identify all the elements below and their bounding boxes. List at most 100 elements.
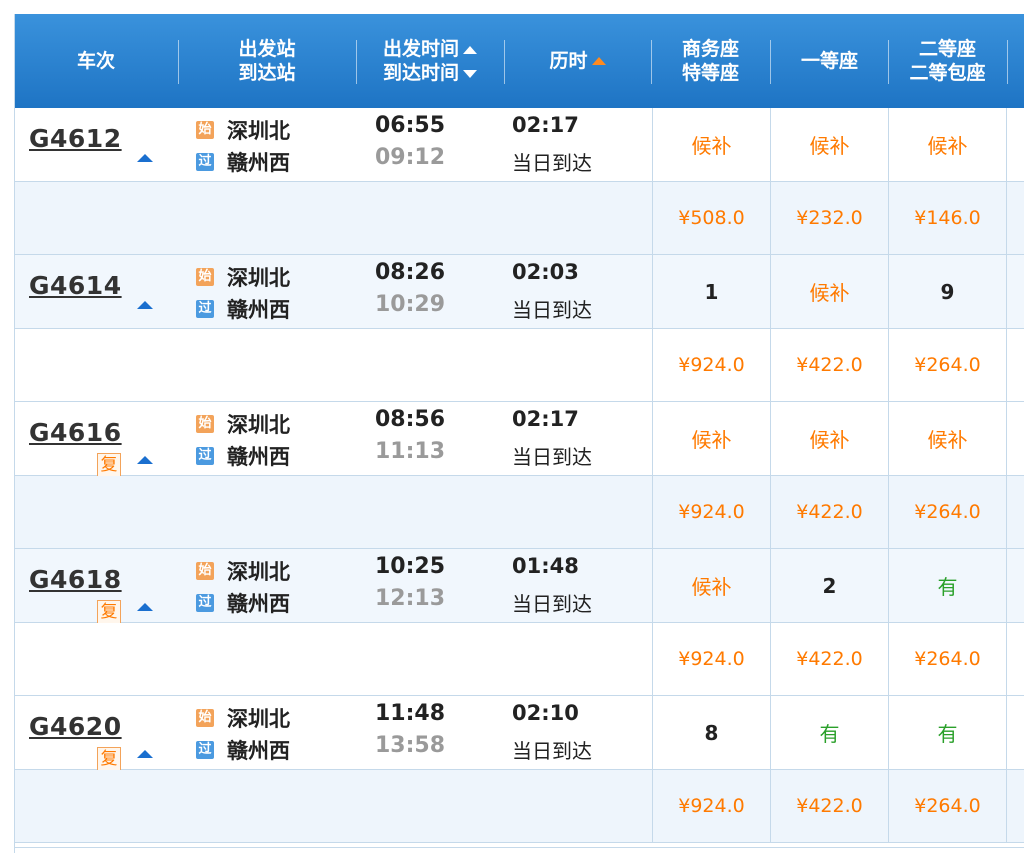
arrival-day: 当日到达: [512, 445, 592, 469]
seat-availability: 有: [770, 696, 888, 769]
pass-station-badge: 过: [196, 741, 214, 759]
arrival-time: 10:29: [375, 292, 446, 317]
seat-availability[interactable]: 候补: [770, 255, 888, 328]
pass-station-badge: 过: [196, 447, 214, 465]
sort-asc-icon[interactable]: [463, 45, 477, 54]
train-number-link[interactable]: G4616: [29, 418, 122, 447]
seat-price: ¥508.0: [652, 182, 770, 254]
seat-price-more: [1006, 329, 1024, 401]
price-value: ¥924.0: [678, 795, 745, 817]
header-train-no: 车次: [76, 50, 115, 72]
sort-duration-icon[interactable]: [591, 57, 606, 65]
expand-stops-icon[interactable]: [137, 301, 153, 309]
train-info-row: G4612 始深圳北过赣州西 06:55 09:12 02:17 当日到达 候补 候补 候补: [15, 108, 1024, 182]
arrival-time: 11:13: [375, 439, 446, 464]
expand-stops-icon[interactable]: [137, 154, 153, 162]
duration: 02:10: [512, 701, 579, 725]
header-duration-sort[interactable]: 历时: [505, 14, 650, 108]
seat-price: ¥924.0: [652, 770, 770, 842]
start-station-badge: 始: [196, 121, 214, 139]
start-station-badge: 始: [196, 562, 214, 580]
pass-station-badge: 过: [196, 300, 214, 318]
seat-availability[interactable]: 候补: [888, 402, 1006, 475]
fu-badge: 复: [97, 747, 121, 771]
train-info-row: G4620 复 始深圳北过赣州西 11:48 13:58 02:10 当日到达 8 有 有: [15, 696, 1024, 771]
seat-status: 有: [937, 575, 958, 599]
seat-price: ¥264.0: [888, 623, 1006, 695]
seat-availability-more: [1006, 108, 1024, 181]
seat-availability: 有: [888, 549, 1006, 622]
seat-availability-more: [1006, 402, 1024, 475]
price-value: ¥508.0: [678, 207, 745, 229]
price-value: ¥264.0: [914, 501, 981, 523]
train-row: G4614 始深圳北过赣州西 08:26 10:29 02:03 当日到达 1 候补 9 ¥924…: [15, 255, 1024, 402]
train-number-link[interactable]: G4614: [29, 271, 122, 300]
seat-status: 1: [704, 279, 719, 304]
seat-availability[interactable]: 候补: [770, 108, 888, 181]
seat-price-more: [1006, 476, 1024, 548]
seat-status: 8: [704, 720, 719, 745]
train-price-row: ¥508.0 ¥232.0 ¥146.0: [15, 182, 1024, 255]
table-header: 车次 出发站 到达站 出发时间 到达时间 历时 商务座 特等座 一等座 二等座 二等包…: [15, 14, 1024, 108]
seat-price: ¥422.0: [770, 329, 888, 401]
header-first-class: 一等座: [800, 50, 858, 72]
seat-price: ¥422.0: [770, 770, 888, 842]
departure-time: 08:56: [375, 407, 446, 432]
train-row: G4620 复 始深圳北过赣州西 11:48 13:58 02:10 当日到达 8 有 有 ¥924…: [15, 696, 1024, 843]
price-value: ¥232.0: [796, 207, 863, 229]
seat-availability: 8: [652, 696, 770, 769]
arrival-day: 当日到达: [512, 739, 592, 763]
seat-availability[interactable]: 候补: [652, 549, 770, 622]
train-number-link[interactable]: G4618: [29, 565, 122, 594]
seat-availability: 有: [888, 696, 1006, 769]
seat-status: 候补: [927, 428, 968, 452]
seat-availability-more: [1006, 549, 1024, 622]
departure-time: 10:25: [375, 554, 446, 579]
to-station: 赣州西: [227, 151, 290, 175]
train-number-link[interactable]: G4620: [29, 712, 122, 741]
from-station: 深圳北: [227, 119, 290, 143]
pass-station-badge: 过: [196, 153, 214, 171]
expand-stops-icon[interactable]: [137, 456, 153, 464]
seat-status: 候补: [691, 134, 732, 158]
departure-time: 08:26: [375, 260, 446, 285]
expand-stops-icon[interactable]: [137, 603, 153, 611]
sort-desc-icon[interactable]: [463, 69, 477, 78]
seat-status: 候补: [927, 134, 968, 158]
price-value: ¥422.0: [796, 648, 863, 670]
train-price-row: ¥924.0 ¥422.0 ¥264.0: [15, 623, 1024, 696]
start-station-badge: 始: [196, 268, 214, 286]
expand-stops-icon[interactable]: [137, 750, 153, 758]
price-value: ¥422.0: [796, 501, 863, 523]
seat-availability: 1: [652, 255, 770, 328]
price-value: ¥264.0: [914, 795, 981, 817]
train-row: G4618 复 始深圳北过赣州西 10:25 12:13 01:48 当日到达 候补 2 有 ¥92…: [15, 549, 1024, 696]
seat-availability[interactable]: 候补: [770, 402, 888, 475]
to-station: 赣州西: [227, 739, 290, 763]
from-station: 深圳北: [227, 707, 290, 731]
train-price-row: ¥924.0 ¥422.0 ¥264.0: [15, 770, 1024, 843]
price-value: ¥422.0: [796, 795, 863, 817]
seat-availability[interactable]: 候补: [652, 402, 770, 475]
train-row: G4616 复 始深圳北过赣州西 08:56 11:13 02:17 当日到达 候补 候补 候补 ¥…: [15, 402, 1024, 549]
seat-price: ¥264.0: [888, 476, 1006, 548]
departure-time: 11:48: [375, 701, 446, 726]
train-price-row: ¥924.0 ¥422.0 ¥264.0: [15, 476, 1024, 549]
header-times-sort[interactable]: 出发时间 到达时间: [357, 14, 503, 108]
seat-availability[interactable]: 候补: [652, 108, 770, 181]
train-number-link[interactable]: G4612: [29, 124, 122, 153]
fu-badge: 复: [97, 453, 121, 477]
seat-status: 2: [822, 573, 837, 598]
duration: 01:48: [512, 554, 579, 578]
departure-time: 06:55: [375, 113, 446, 138]
arrival-time: 09:12: [375, 145, 446, 170]
seat-availability: 9: [888, 255, 1006, 328]
duration: 02:03: [512, 260, 579, 284]
fu-badge: 复: [97, 600, 121, 624]
seat-price: ¥264.0: [888, 770, 1006, 842]
seat-availability[interactable]: 候补: [888, 108, 1006, 181]
to-station: 赣州西: [227, 298, 290, 322]
seat-status: 有: [819, 722, 840, 746]
seat-price: ¥924.0: [652, 476, 770, 548]
seat-price: ¥422.0: [770, 623, 888, 695]
